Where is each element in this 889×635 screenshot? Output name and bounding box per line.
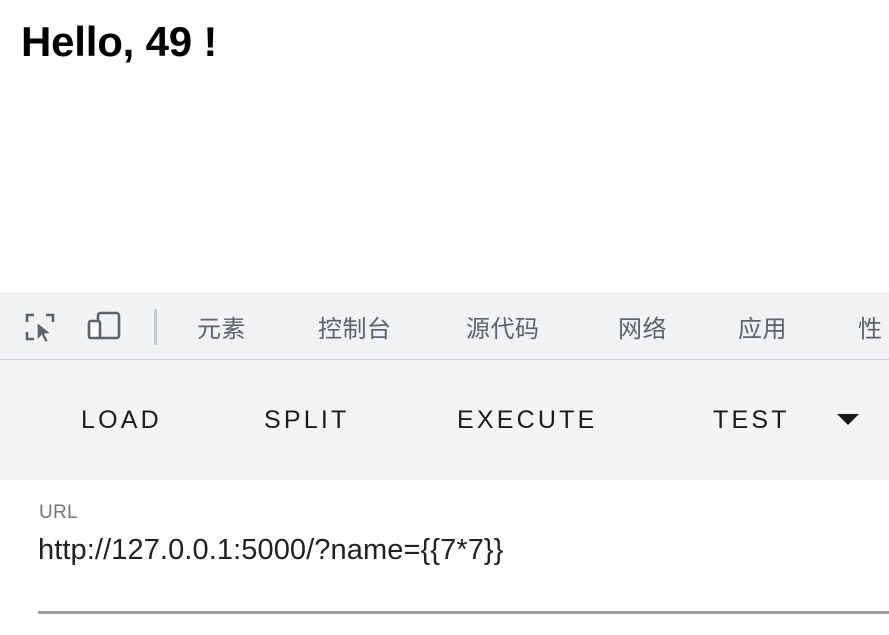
devtools-panel: 元素 控制台 源代码 网络 应用 性 LOAD SPLIT EXECUTE TE… — [0, 293, 889, 635]
extension-button-bar: LOAD SPLIT EXECUTE TEST — [0, 360, 889, 480]
inspect-element-icon-glyph — [25, 313, 55, 343]
inspect-element-icon[interactable] — [12, 294, 68, 359]
tab-console[interactable]: 控制台 — [318, 294, 392, 359]
rendered-page-area: Hello, 49 ! — [0, 0, 889, 293]
load-button[interactable]: LOAD — [81, 394, 162, 446]
url-label: URL — [39, 502, 78, 523]
test-button[interactable]: TEST — [713, 394, 790, 446]
toolbar-divider — [154, 309, 157, 345]
url-input[interactable]: http://127.0.0.1:5000/?name={{7*7}} — [38, 534, 504, 567]
devtools-toolbar: 元素 控制台 源代码 网络 应用 性 — [0, 293, 889, 360]
tab-application[interactable]: 应用 — [738, 294, 787, 359]
tab-network[interactable]: 网络 — [618, 294, 667, 359]
page-heading: Hello, 49 ! — [21, 18, 218, 65]
tab-performance[interactable]: 性 — [858, 294, 883, 359]
chevron-down-icon[interactable] — [837, 414, 859, 425]
device-toolbar-icon-glyph — [87, 311, 121, 339]
url-field-group: URL http://127.0.0.1:5000/?name={{7*7}} — [0, 480, 889, 635]
url-input-underline — [38, 611, 889, 614]
device-toolbar-icon[interactable] — [76, 294, 132, 359]
tab-sources[interactable]: 源代码 — [466, 294, 540, 359]
tab-elements[interactable]: 元素 — [197, 294, 246, 359]
split-button[interactable]: SPLIT — [264, 394, 349, 446]
execute-button[interactable]: EXECUTE — [457, 394, 597, 446]
